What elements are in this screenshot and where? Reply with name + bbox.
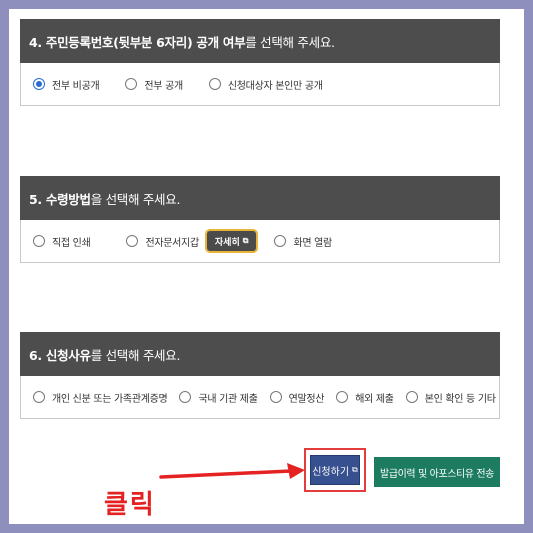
section-receipt-method: 5. 수령방법 을 선택해 주세요. 직접 인쇄 전자문서지갑 자세히 ⧉ 화면… — [20, 176, 500, 263]
option-applicant-only[interactable]: 신청대상자 본인만 공개 — [208, 77, 323, 92]
issue-history-label: 발급이력 및 아포스티유 전송 — [380, 468, 494, 480]
radio-icon[interactable] — [274, 235, 287, 247]
option-label: 전부 비공개 — [52, 80, 100, 92]
option-label: 직접 인쇄 — [52, 237, 91, 249]
section-id-visibility: 4. 주민등록번호(뒷부분 6자리) 공개 여부 를 선택해 주세요. 전부 비… — [20, 19, 500, 106]
radio-icon[interactable] — [269, 391, 282, 403]
click-annotation-label: 클릭 — [104, 490, 156, 520]
option-label: 해외 제출 — [355, 393, 394, 405]
apply-button[interactable]: 신청하기 ⧉ — [310, 455, 360, 485]
radio-icon[interactable] — [405, 391, 418, 403]
option-label: 개인 신분 또는 가족관계증명 — [52, 393, 168, 405]
option-other[interactable]: 본인 확인 등 기타 — [405, 390, 496, 405]
option-label: 본인 확인 등 기타 — [424, 393, 496, 405]
option-identity-family[interactable]: 개인 신분 또는 가족관계증명 — [33, 390, 168, 405]
option-label: 화면 열람 — [293, 237, 332, 249]
option-label: 전부 공개 — [144, 80, 183, 92]
section-reason: 6. 신청사유 를 선택해 주세요. 개인 신분 또는 가족관계증명 국내 기관… — [20, 332, 500, 419]
section-title-bold: 5. 수령방법 — [29, 191, 91, 207]
external-link-icon: ⧉ — [352, 465, 358, 474]
section-header: 5. 수령방법 을 선택해 주세요. — [20, 176, 500, 220]
option-all-private[interactable]: 전부 비공개 — [33, 77, 100, 92]
option-digital-wallet[interactable]: 전자문서지갑 — [126, 234, 199, 249]
option-all-public[interactable]: 전부 공개 — [125, 77, 183, 92]
option-label: 신청대상자 본인만 공개 — [227, 80, 323, 92]
apply-highlight-box: 신청하기 ⧉ — [304, 448, 366, 492]
section-header: 4. 주민등록번호(뒷부분 6자리) 공개 여부 를 선택해 주세요. — [20, 19, 500, 63]
radio-icon[interactable] — [126, 235, 139, 247]
annotation-arrow-icon — [159, 463, 305, 479]
section-options: 개인 신분 또는 가족관계증명 국내 기관 제출 연말정산 해외 제출 본인 확… — [20, 376, 500, 419]
section-title-rest: 을 선택해 주세요. — [90, 191, 181, 207]
radio-icon[interactable] — [125, 78, 138, 90]
screenshot-frame: 4. 주민등록번호(뒷부분 6자리) 공개 여부 를 선택해 주세요. 전부 비… — [9, 9, 524, 524]
radio-icon[interactable] — [208, 78, 221, 90]
section-options: 전부 비공개 전부 공개 신청대상자 본인만 공개 — [20, 63, 500, 106]
section-header: 6. 신청사유 를 선택해 주세요. — [20, 332, 500, 376]
radio-checked-icon[interactable] — [33, 78, 45, 90]
option-domestic-agency[interactable]: 국내 기관 제출 — [179, 390, 258, 405]
radio-icon[interactable] — [336, 391, 349, 403]
option-label: 전자문서지갑 — [145, 237, 199, 249]
issue-history-button[interactable]: 발급이력 및 아포스티유 전송 — [374, 457, 500, 487]
detail-button-label: 자세히 — [214, 237, 240, 248]
option-label: 국내 기관 제출 — [198, 393, 258, 405]
external-link-icon: ⧉ — [242, 236, 249, 245]
section-title-rest: 를 선택해 주세요. — [245, 34, 335, 50]
apply-button-label: 신청하기 — [312, 466, 350, 478]
section-options: 직접 인쇄 전자문서지갑 자세히 ⧉ 화면 열람 — [20, 220, 500, 263]
option-year-end-tax[interactable]: 연말정산 — [269, 390, 325, 405]
section-title-bold: 6. 신청사유 — [29, 347, 91, 363]
section-title-rest: 를 선택해 주세요. — [90, 347, 181, 363]
radio-icon[interactable] — [33, 235, 45, 247]
section-title-bold: 4. 주민등록번호(뒷부분 6자리) 공개 여부 — [29, 34, 246, 50]
option-screen-view[interactable]: 화면 열람 — [274, 234, 332, 249]
detail-button[interactable]: 자세히 ⧉ — [206, 231, 257, 251]
radio-icon[interactable] — [179, 391, 192, 403]
radio-icon[interactable] — [33, 391, 45, 403]
option-overseas[interactable]: 해외 제출 — [336, 390, 394, 405]
option-direct-print[interactable]: 직접 인쇄 — [33, 234, 91, 249]
option-label: 연말정산 — [288, 393, 325, 405]
